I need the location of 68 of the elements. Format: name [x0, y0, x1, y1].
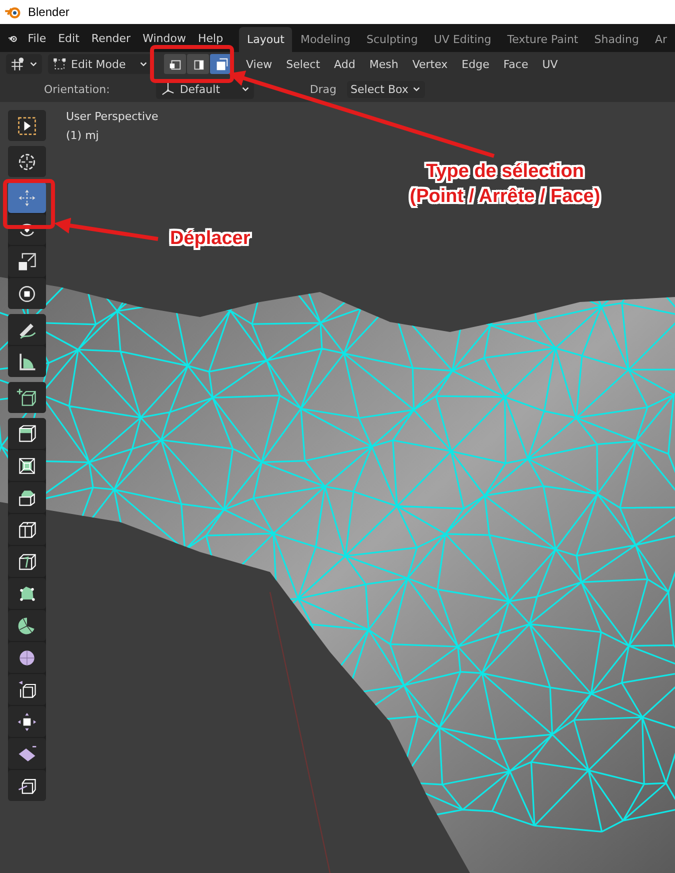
- add-cube-tool-button[interactable]: [8, 382, 46, 413]
- loop-cut-tool-button[interactable]: [8, 514, 46, 545]
- drag-dropdown[interactable]: Select Box: [346, 80, 426, 98]
- workspace-tab[interactable]: Modeling: [292, 27, 358, 52]
- workspace-tab[interactable]: Texture Paint: [499, 27, 586, 52]
- caret-icon: [412, 84, 422, 94]
- shear-tool-button[interactable]: [8, 738, 46, 769]
- transform-tool-button[interactable]: [8, 278, 46, 309]
- face-select-button[interactable]: [210, 54, 232, 74]
- callout-text: Type de sélection: [426, 160, 584, 184]
- workspace-tab[interactable]: Sculpting: [358, 27, 426, 52]
- object-name: (1) mj: [66, 129, 100, 142]
- menu-item[interactable]: File: [22, 28, 52, 48]
- workspace-tab[interactable]: Layout: [239, 27, 292, 52]
- caret-icon: [29, 60, 38, 68]
- menu-item[interactable]: Edit: [52, 28, 86, 48]
- extrude-tool-button[interactable]: [8, 418, 46, 449]
- window-title: Blender: [28, 5, 70, 19]
- menu-item[interactable]: View: [240, 54, 278, 74]
- add-cube-icon: [16, 386, 38, 408]
- highlight-frame: [3, 179, 55, 229]
- extrude-icon: [16, 422, 38, 444]
- spin-tool-button[interactable]: [8, 610, 46, 641]
- menu-item[interactable]: Render: [85, 28, 137, 48]
- axes-icon: [160, 81, 176, 97]
- bevel-tool-button[interactable]: [8, 482, 46, 513]
- caret-icon: [240, 84, 250, 94]
- edge-slide-tool-button[interactable]: [8, 674, 46, 705]
- menu-item[interactable]: Vertex: [406, 54, 454, 74]
- edge-select-button[interactable]: [187, 54, 209, 74]
- blender-logo-icon: [4, 5, 22, 19]
- shrink-fatten-tool-button[interactable]: [8, 706, 46, 737]
- grid-icon: [10, 56, 26, 72]
- edge-slide-icon: [16, 678, 38, 700]
- editor-type-button[interactable]: [6, 54, 42, 74]
- mode-dropdown[interactable]: Edit Mode: [48, 54, 152, 74]
- menu-item[interactable]: Face: [497, 54, 534, 74]
- workspace-tab[interactable]: Shading: [586, 27, 647, 52]
- vertices-icon: [52, 56, 68, 72]
- menu-item[interactable]: Select: [280, 54, 326, 74]
- smooth-tool-button[interactable]: [8, 642, 46, 673]
- menu-item[interactable]: Mesh: [363, 54, 404, 74]
- callout-text: Déplacer: [170, 227, 250, 251]
- annotate-tool-button[interactable]: [8, 314, 46, 345]
- menu-item[interactable]: UV: [536, 54, 564, 74]
- knife-tool-button[interactable]: [8, 546, 46, 577]
- cursor-tool-button[interactable]: [8, 146, 46, 177]
- scale-icon: [16, 250, 38, 272]
- orientation-label: Orientation:: [44, 82, 110, 96]
- menu-item[interactable]: Add: [328, 54, 362, 74]
- menu-item[interactable]: Edge: [456, 54, 496, 74]
- vertex-select-button[interactable]: [164, 54, 186, 74]
- poly-build-tool-button[interactable]: [8, 578, 46, 609]
- callout-text: (Point / Arrête / Face): [410, 185, 600, 209]
- select-box-tool-button[interactable]: [8, 110, 46, 141]
- caret-icon: [139, 60, 148, 68]
- drag-label: Drag: [310, 82, 337, 96]
- scale-tool-button[interactable]: [8, 246, 46, 277]
- workspace-tab[interactable]: Ar: [646, 27, 675, 52]
- select-box-icon: [16, 114, 38, 136]
- view-name: User Perspective: [66, 110, 158, 123]
- menu-item[interactable]: Window: [136, 28, 192, 48]
- menu-item[interactable]: Help: [192, 28, 230, 48]
- shrink-fatten-icon: [16, 710, 38, 732]
- inset-tool-button[interactable]: [8, 450, 46, 481]
- measure-tool-button[interactable]: [8, 346, 46, 377]
- workspace-tab[interactable]: UV Editing: [426, 27, 500, 52]
- rip-tool-button[interactable]: [8, 770, 46, 801]
